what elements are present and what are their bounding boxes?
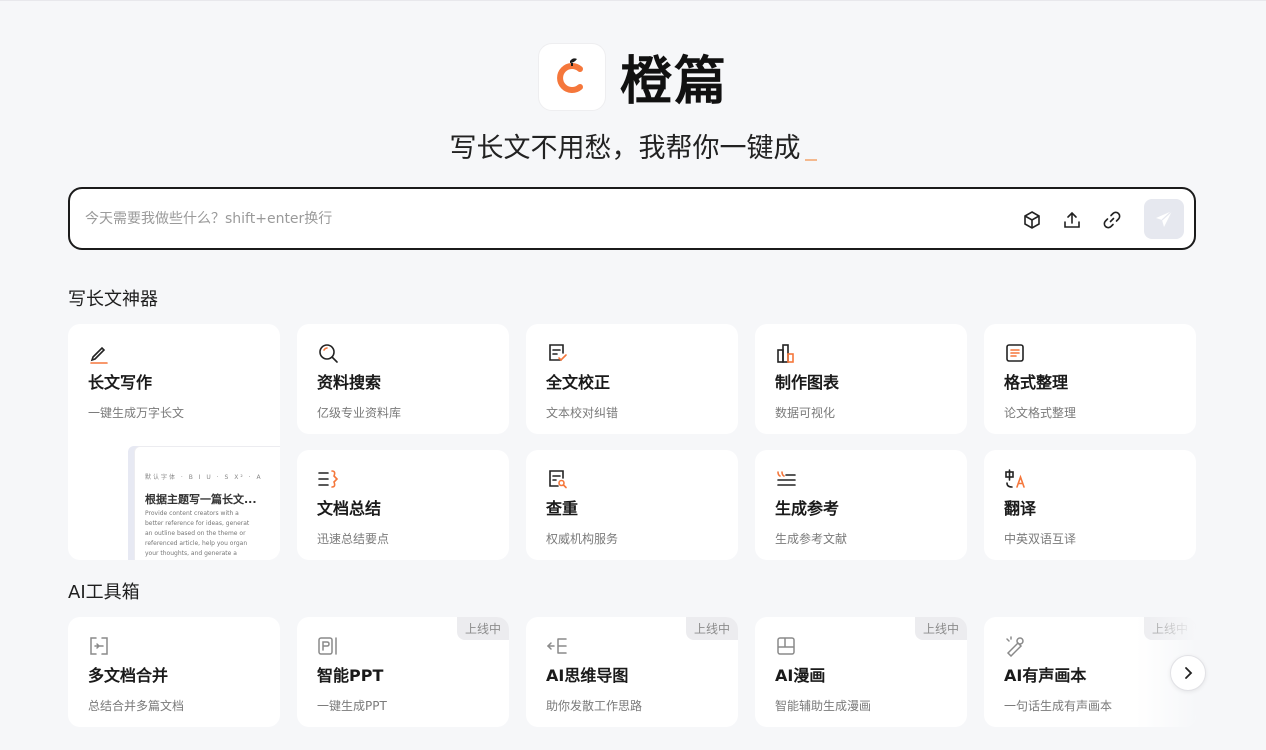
- preview-title: 根据主题写一篇长文...: [145, 493, 257, 506]
- slogan-text: 写长文不用愁，我帮你一键成: [449, 133, 801, 164]
- typing-caret: [804, 159, 817, 161]
- card-plagiarism-check[interactable]: 查重 权威机构服务: [526, 450, 738, 560]
- card-title: 生成参考: [775, 499, 840, 518]
- card-title: 文档总结: [317, 499, 382, 518]
- format-icon: [1004, 342, 1026, 364]
- card-summary[interactable]: 文档总结 迅速总结要点: [297, 450, 509, 560]
- send-icon: [1156, 210, 1173, 227]
- status-badge: 上线中: [685, 617, 738, 640]
- bar-chart-icon: [775, 342, 797, 364]
- ppt-icon: [317, 635, 339, 657]
- card-make-chart[interactable]: 制作图表 数据可视化: [755, 324, 967, 434]
- card-desc: 迅速总结要点: [317, 532, 390, 546]
- card-long-writing[interactable]: 长文写作 一键生成万字长文 默认字体 · B I U · S X² · A 根据…: [68, 324, 280, 560]
- pen-icon: [88, 342, 110, 364]
- mindmap-icon: [546, 635, 568, 657]
- card-title: 长文写作: [88, 373, 153, 392]
- preview-toolbar: 默认字体 · B I U · S X² · A: [145, 474, 263, 481]
- card-title: 资料搜索: [317, 373, 382, 392]
- card-smart-ppt[interactable]: 上线中 智能PPT 一键生成PPT: [297, 617, 509, 727]
- card-title: 智能PPT: [317, 666, 384, 685]
- card-ai-comic[interactable]: 上线中 AI漫画 智能辅助生成漫画: [755, 617, 967, 727]
- card-title: AI有声画本: [1004, 666, 1087, 685]
- card-title: AI漫画: [775, 666, 826, 685]
- merge-icon: [88, 635, 110, 657]
- slogan: 写长文不用愁，我帮你一键成: [0, 126, 1266, 165]
- brand-header: 橙篇: [0, 39, 1266, 114]
- status-badge: 上线中: [914, 617, 967, 640]
- orange-c-logo-icon: [537, 42, 606, 111]
- document-preview: 默认字体 · B I U · S X² · A 根据主题写一篇长文... Pro…: [134, 446, 280, 560]
- preview-line: an outline based on the theme or: [145, 530, 246, 537]
- status-badge: 上线中: [1143, 617, 1196, 640]
- card-title: AI思维导图: [546, 666, 629, 685]
- card-desc: 文本校对纠错: [546, 406, 619, 420]
- card-desc: 亿级专业资料库: [317, 406, 402, 420]
- card-desc: 数据可视化: [775, 406, 836, 420]
- send-button[interactable]: [1144, 199, 1184, 239]
- preview-line: your thoughts, and generate a: [145, 550, 237, 557]
- card-title: 全文校正: [546, 373, 611, 392]
- brand-name: 橙篇: [619, 52, 728, 112]
- card-desc: 论文格式整理: [1004, 406, 1077, 420]
- upload-icon[interactable]: [1061, 209, 1083, 231]
- prompt-box: [68, 187, 1196, 250]
- section-title-writing: 写长文神器: [68, 289, 158, 310]
- carousel-next-button[interactable]: [1170, 655, 1206, 691]
- prompt-input[interactable]: [85, 207, 985, 231]
- summary-icon: [317, 468, 339, 490]
- preview-line: referenced article, help you organ: [145, 540, 248, 547]
- card-mindmap[interactable]: 上线中 AI思维导图 助你发散工作思路: [526, 617, 738, 727]
- card-search-material[interactable]: 资料搜索 亿级专业资料库: [297, 324, 509, 434]
- card-desc: 总结合并多篇文档: [88, 699, 185, 713]
- card-desc: 一键生成PPT: [317, 699, 387, 713]
- section-title-tools: AI工具箱: [68, 582, 140, 603]
- card-desc: 一键生成万字长文: [88, 406, 185, 420]
- card-audio-picture-book[interactable]: 上线中 AI有声画本 一句话生成有声画本: [984, 617, 1196, 727]
- preview-line: Provide content creators with a: [145, 510, 239, 517]
- preview-line: better reference for ideas, generat: [145, 520, 250, 527]
- chevron-right-icon: [1185, 667, 1193, 679]
- status-badge: 上线中: [456, 617, 509, 640]
- preview-body: Provide content creators with a better r…: [145, 509, 280, 559]
- doc-search-icon: [546, 468, 568, 490]
- quote-icon: [775, 468, 797, 490]
- doc-check-icon: [546, 342, 568, 364]
- card-title: 多文档合并: [88, 666, 169, 685]
- translate-icon: [1004, 468, 1026, 490]
- card-multi-doc-merge[interactable]: 多文档合并 总结合并多篇文档: [68, 617, 280, 727]
- card-title: 格式整理: [1004, 373, 1069, 392]
- cube-icon[interactable]: [1021, 209, 1043, 231]
- card-desc: 中英双语互译: [1004, 532, 1077, 546]
- card-references[interactable]: 生成参考 生成参考文献: [755, 450, 967, 560]
- card-desc: 智能辅助生成漫画: [775, 699, 872, 713]
- card-desc: 生成参考文献: [775, 532, 848, 546]
- card-desc: 一句话生成有声画本: [1004, 699, 1113, 713]
- card-proofread[interactable]: 全文校正 文本校对纠错: [526, 324, 738, 434]
- card-translate[interactable]: 翻译 中英双语互译: [984, 450, 1196, 560]
- link-icon[interactable]: [1101, 209, 1123, 231]
- card-title: 翻译: [1004, 499, 1037, 518]
- audio-book-icon: [1004, 635, 1026, 658]
- card-desc: 权威机构服务: [546, 532, 619, 546]
- card-desc: 助你发散工作思路: [546, 699, 643, 713]
- card-title: 查重: [546, 499, 579, 518]
- card-format[interactable]: 格式整理 论文格式整理: [984, 324, 1196, 434]
- comic-icon: [775, 635, 797, 657]
- card-title: 制作图表: [775, 373, 840, 392]
- search-icon: [317, 342, 339, 364]
